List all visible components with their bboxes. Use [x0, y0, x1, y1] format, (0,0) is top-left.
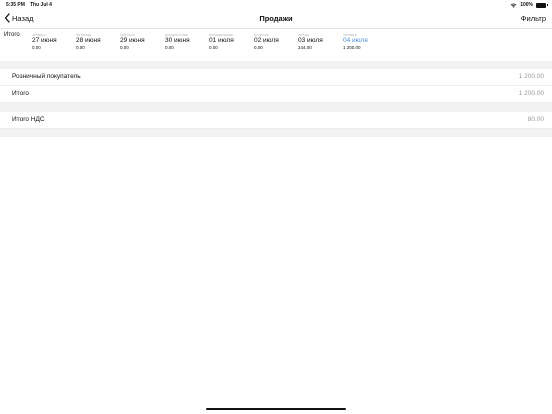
day-date: 03 июля [298, 37, 323, 44]
day-sum: 0.00 [32, 45, 41, 50]
day-item[interactable]: среда 03 июля 244.00 [298, 32, 342, 50]
wifi-icon [510, 3, 517, 8]
status-right: 100% [510, 2, 548, 8]
row-value: 80.00 [527, 116, 544, 123]
section-separator [0, 129, 552, 137]
navigation-bar: Назад Продажи Фильтр [0, 10, 552, 29]
row-value: 1 200.00 [518, 73, 544, 80]
day-item[interactable]: суббота 29 июня 0.00 [120, 32, 164, 50]
status-date: Thu Jul 4 [30, 2, 52, 8]
day-item[interactable]: пятница 28 июня 0.00 [76, 32, 120, 50]
day-date: 01 июля [209, 37, 234, 44]
battery-percent: 100% [520, 2, 533, 8]
row-value: 1 200.00 [518, 90, 544, 97]
day-sum: 0.00 [254, 45, 263, 50]
strip-total-label: Итого [4, 32, 20, 38]
row-label: Итого [12, 90, 30, 97]
day-item[interactable]: вторник 02 июля 0.00 [254, 32, 298, 50]
day-date: 30 июня [165, 37, 190, 44]
section-separator [0, 103, 552, 112]
section-separator [0, 61, 552, 69]
summary-row-retail[interactable]: Розничный покупатель 1 200.00 [0, 69, 552, 86]
row-label: Розничный покупатель [12, 73, 81, 80]
day-sum: 244.00 [298, 45, 312, 50]
home-indicator[interactable] [206, 408, 346, 410]
day-item-selected[interactable]: четверг 04 июля 1 200.00 [343, 32, 387, 50]
filter-button[interactable]: Фильтр [521, 14, 546, 23]
day-sum: 1 200.00 [343, 45, 361, 50]
summary-row-total[interactable]: Итого 1 200.00 [0, 86, 552, 103]
day-date: 27 июня [32, 37, 57, 44]
status-time: 5:35 PM [6, 2, 25, 8]
day-date: 02 июля [254, 37, 279, 44]
day-strip: Итого четверг 27 июня 0.00 пятница 28 ию… [0, 29, 552, 61]
page-title: Продажи [259, 14, 293, 23]
day-date: 29 июня [120, 37, 145, 44]
row-label: Итого НДС [12, 116, 45, 123]
summary-row-vat[interactable]: Итого НДС 80.00 [0, 112, 552, 129]
day-sum: 0.00 [165, 45, 174, 50]
day-date: 04 июля [343, 37, 368, 44]
day-sum: 0.00 [209, 45, 218, 50]
day-sum: 0.00 [120, 45, 129, 50]
day-item[interactable]: понедельник 01 июля 0.00 [209, 32, 253, 50]
day-item[interactable]: четверг 27 июня 0.00 [32, 32, 76, 50]
battery-icon [536, 2, 548, 8]
day-item[interactable]: воскресенье 30 июня 0.00 [165, 32, 209, 50]
day-date: 28 июня [76, 37, 101, 44]
status-bar: 5:35 PM Thu Jul 4 100% [0, 0, 552, 10]
day-sum: 0.00 [76, 45, 85, 50]
